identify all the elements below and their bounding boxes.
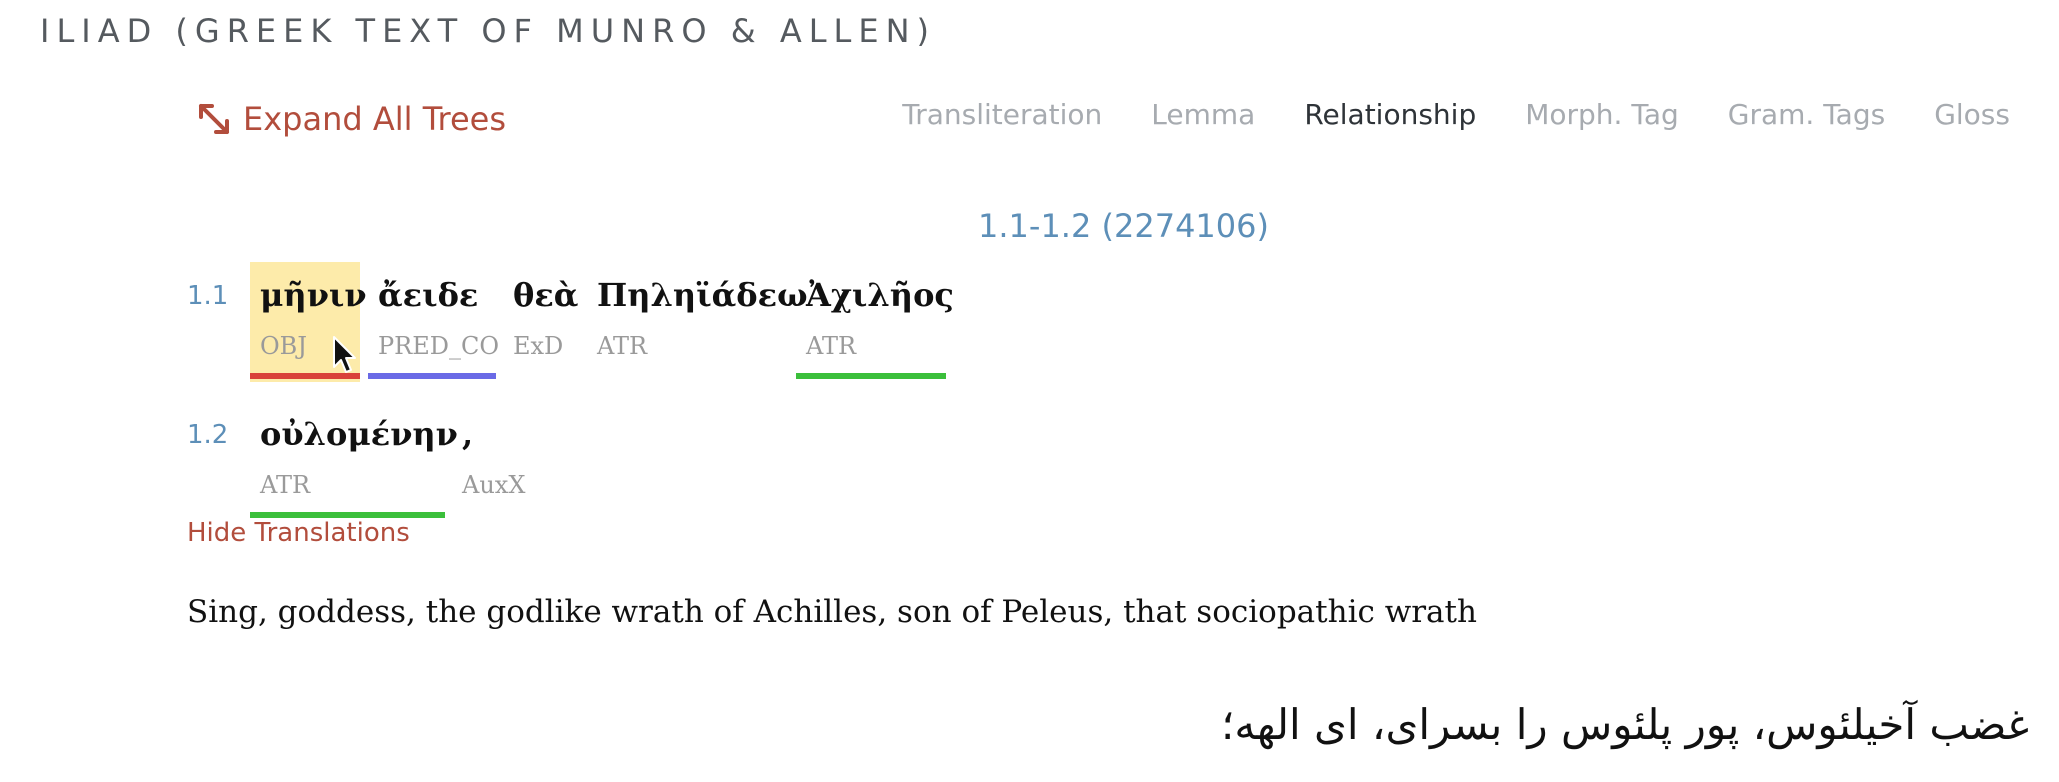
tab-gloss[interactable]: Gloss xyxy=(1934,98,2010,131)
relation-label: AuxX xyxy=(462,471,526,499)
word-token[interactable]: ἄειδε PRED_CO xyxy=(368,262,500,382)
greek-word: μῆνιν xyxy=(260,276,367,314)
tab-morph-tag[interactable]: Morph. Tag xyxy=(1525,98,1679,131)
passage-reference-link[interactable]: 1.1-1.2 (2274106) xyxy=(978,207,1269,245)
page-title: ILIAD (GREEK TEXT OF MUNRO & ALLEN) xyxy=(40,12,936,50)
tab-lemma[interactable]: Lemma xyxy=(1151,98,1255,131)
english-translation: Sing, goddess, the godlike wrath of Achi… xyxy=(187,594,1477,630)
line-number[interactable]: 1.2 xyxy=(187,420,228,450)
word-token[interactable]: θεὰ ExD xyxy=(503,262,578,382)
relation-label: ATR xyxy=(806,332,857,360)
relation-label: PRED_CO xyxy=(378,332,500,360)
tab-transliteration[interactable]: Transliteration xyxy=(902,98,1102,131)
view-mode-tabs: Transliteration Lemma Relationship Morph… xyxy=(853,98,2010,131)
greek-word: θεὰ xyxy=(513,276,579,314)
tab-relationship[interactable]: Relationship xyxy=(1304,98,1476,131)
mouse-pointer-icon xyxy=(333,336,356,373)
greek-word: Ἀχιλῆος xyxy=(806,276,954,314)
hide-translations-link[interactable]: Hide Translations xyxy=(187,518,410,548)
relation-underline xyxy=(796,373,946,379)
word-token[interactable]: Ἀχιλῆος ATR xyxy=(796,262,954,382)
word-token[interactable]: , AuxX xyxy=(452,401,532,521)
relation-label: ATR xyxy=(260,471,311,499)
greek-word: Πηληϊάδεω xyxy=(597,276,808,314)
expand-arrows-icon xyxy=(199,104,229,134)
relation-label: OBJ xyxy=(260,332,307,360)
expand-all-trees-button[interactable]: Expand All Trees xyxy=(195,100,506,138)
relation-label: ExD xyxy=(513,332,564,360)
greek-word: ἄειδε xyxy=(378,276,479,314)
relation-underline xyxy=(368,373,496,379)
word-token[interactable]: οὐλομένην ATR xyxy=(250,401,458,521)
line-number[interactable]: 1.1 xyxy=(187,281,228,311)
greek-word: , xyxy=(462,415,474,453)
relation-label: ATR xyxy=(597,332,648,360)
tab-gram-tags[interactable]: Gram. Tags xyxy=(1728,98,1885,131)
expand-all-trees-label: Expand All Trees xyxy=(243,100,507,138)
word-token[interactable]: Πηληϊάδεω ATR xyxy=(587,262,808,382)
persian-translation: غضب آخیلئوس، پور پلئوس را بسرای، ای الهه… xyxy=(1220,700,2029,749)
greek-word: οὐλομένην xyxy=(260,415,458,453)
